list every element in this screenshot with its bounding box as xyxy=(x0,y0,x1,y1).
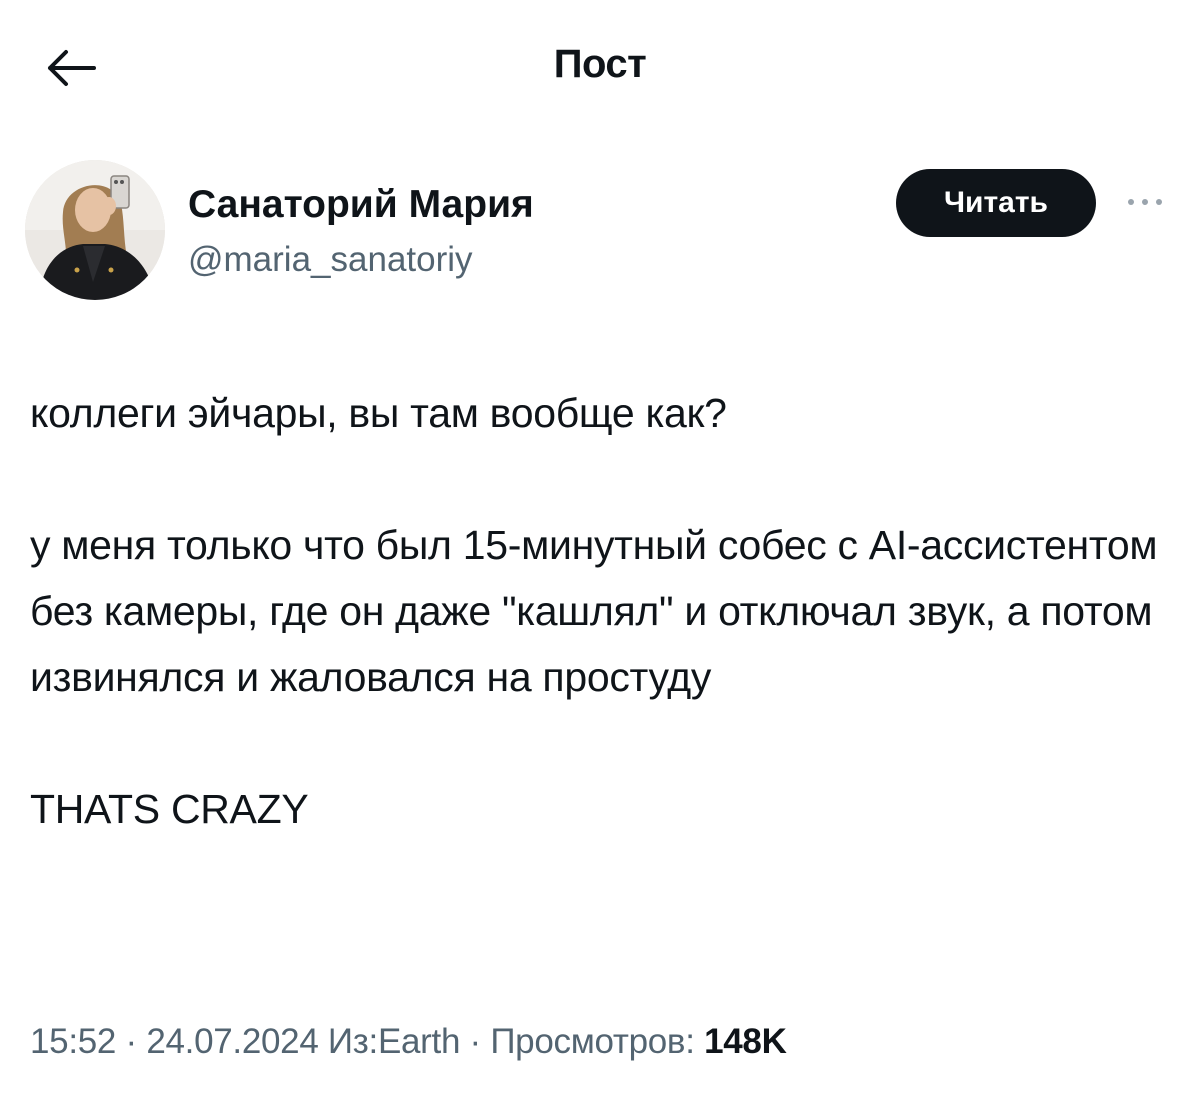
post-paragraph: THATS CRAZY xyxy=(30,786,309,832)
top-bar: Пост xyxy=(0,0,1200,130)
more-options-button[interactable] xyxy=(1117,180,1173,224)
post-text: коллеги эйчары, вы там вообще как? у мен… xyxy=(30,380,1180,842)
author-row: Санаторий Мария @maria_sanatoriy Читать xyxy=(25,160,1185,310)
post-meta: 15:52 · 24.07.2024 Из:Earth · Просмотров… xyxy=(30,1022,787,1062)
avatar-photo xyxy=(25,160,165,300)
views-count[interactable]: 148K xyxy=(704,1022,787,1061)
page-title: Пост xyxy=(553,42,647,86)
views-label: Просмотров: xyxy=(490,1022,705,1061)
author-handle[interactable]: @maria_sanatoriy xyxy=(188,240,473,280)
meta-separator: · xyxy=(460,1022,491,1061)
avatar[interactable] xyxy=(25,160,165,300)
post-source: Из:Earth xyxy=(327,1022,461,1061)
post-date[interactable]: 24.07.2024 xyxy=(146,1022,318,1061)
more-horizontal-icon xyxy=(1128,199,1162,205)
post-paragraph: у меня только что был 15-минутный собес … xyxy=(30,522,1158,700)
follow-button[interactable]: Читать xyxy=(896,169,1096,237)
post-paragraph: коллеги эйчары, вы там вообще как? xyxy=(30,390,727,436)
post-time[interactable]: 15:52 xyxy=(30,1022,116,1061)
meta-separator: · xyxy=(116,1022,147,1061)
author-name[interactable]: Санаторий Мария xyxy=(188,183,534,227)
